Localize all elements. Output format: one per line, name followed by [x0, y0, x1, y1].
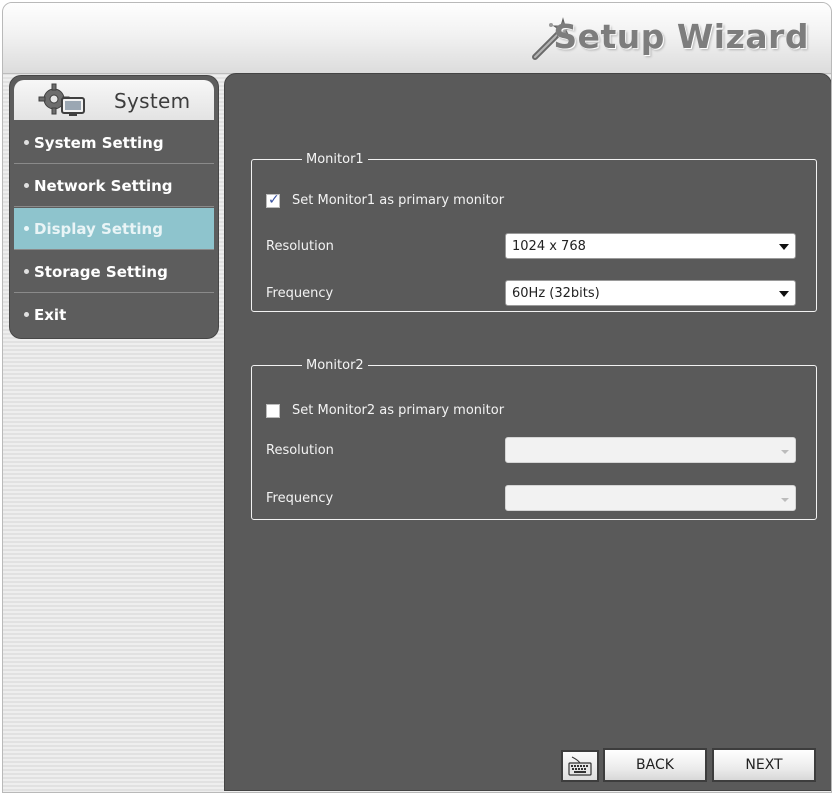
monitor1-primary-checkbox[interactable]: ✓ [266, 191, 280, 208]
monitor1-group: Monitor1 ✓ Set Monitor1 as primary monit… [251, 152, 817, 312]
back-button[interactable]: BACK [603, 748, 707, 782]
next-button[interactable]: NEXT [712, 748, 816, 782]
monitor1-frequency-select[interactable]: 60Hz (32bits) [505, 280, 796, 306]
bullet-icon [24, 183, 29, 188]
window-title: Setup Wizard [553, 17, 809, 56]
bullet-icon [24, 140, 29, 145]
bullet-icon [24, 269, 29, 274]
sidebar-header: System [14, 80, 214, 120]
check-icon: ✓ [268, 191, 280, 208]
sidebar-item-label: Storage Setting [34, 263, 168, 281]
gear-icon [38, 83, 85, 116]
sidebar: System System Setting Network Setting Di… [9, 75, 219, 339]
setup-wizard-window: Setup Wizard System System Setting Netwo… [2, 2, 832, 793]
monitor2-primary-label: Set Monitor2 as primary monitor [292, 403, 505, 418]
monitor2-group: Monitor2 Set Monitor2 as primary monitor… [251, 358, 817, 520]
sidebar-title: System [114, 89, 191, 113]
monitor2-resolution-select[interactable] [505, 437, 796, 463]
sidebar-item-label: Exit [34, 306, 67, 324]
sidebar-item-exit[interactable]: Exit [14, 294, 214, 336]
monitor1-resolution-label: Resolution [266, 239, 334, 254]
sidebar-item-label: Display Setting [34, 220, 163, 238]
sidebar-item-network-setting[interactable]: Network Setting [14, 165, 214, 207]
virtual-keyboard-button[interactable] [561, 750, 599, 782]
title-bar: Setup Wizard [3, 3, 831, 74]
monitor2-frequency-label: Frequency [266, 491, 334, 506]
monitor2-primary-checkbox[interactable] [266, 403, 280, 418]
chevron-down-icon [781, 498, 789, 502]
keyboard-icon [568, 756, 592, 776]
monitor1-resolution-select[interactable]: 1024 x 768 [505, 233, 796, 259]
monitor1-frequency-value: 60Hz (32bits) [512, 286, 600, 301]
monitor1-primary-label: Set Monitor1 as primary monitor [292, 193, 505, 208]
chevron-down-icon [781, 450, 789, 454]
monitor1-legend: Monitor1 [306, 152, 364, 167]
display-settings-panel: Monitor1 ✓ Set Monitor1 as primary monit… [224, 73, 831, 791]
chevron-down-icon [779, 244, 789, 250]
monitor2-frequency-select[interactable] [505, 485, 796, 511]
monitor2-resolution-label: Resolution [266, 443, 334, 458]
sidebar-item-label: System Setting [34, 134, 164, 152]
sidebar-item-storage-setting[interactable]: Storage Setting [14, 251, 214, 293]
sidebar-item-label: Network Setting [34, 177, 173, 195]
bullet-icon [24, 312, 29, 317]
monitor1-primary-row: ✓ Set Monitor1 as primary monitor [266, 191, 505, 208]
monitor2-primary-row: Set Monitor2 as primary monitor [266, 403, 504, 418]
monitor1-frequency-label: Frequency [266, 286, 334, 301]
sidebar-item-system-setting[interactable]: System Setting [14, 122, 214, 164]
chevron-down-icon [779, 291, 789, 297]
monitor1-resolution-value: 1024 x 768 [512, 239, 586, 254]
monitor2-legend: Monitor2 [306, 358, 364, 373]
sidebar-item-display-setting[interactable]: Display Setting [14, 208, 214, 250]
bullet-icon [24, 226, 29, 231]
